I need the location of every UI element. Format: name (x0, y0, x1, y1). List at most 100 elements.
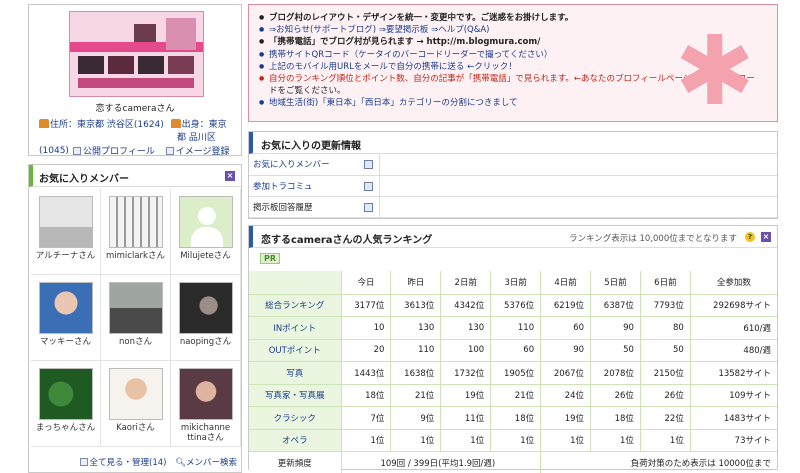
table-cell: 24位 (540, 384, 591, 407)
frequency-label: 更新頻度 (249, 451, 341, 473)
member-name[interactable]: nonさん (101, 337, 170, 347)
table-row: 総合ランキング 3177位 3613位 4342位 5376位 6219位 6387位 779… (249, 294, 777, 317)
member-name[interactable]: naopingさん (171, 337, 240, 347)
public-profile-link[interactable]: 公開プロフィール (83, 147, 155, 157)
table-cell: 3613位 (390, 294, 441, 317)
profile-image[interactable] (69, 11, 204, 97)
member-card[interactable]: mikichanne ttinaさん (171, 361, 241, 447)
member-avatar[interactable] (38, 282, 93, 334)
table-cell: 110 (490, 316, 541, 340)
updates-row[interactable]: お気に入りメンバー (249, 154, 380, 176)
view-all-link[interactable]: 全て見る・管理(14) (90, 458, 167, 468)
member-card[interactable]: まっちゃんさん (31, 361, 101, 447)
member-name[interactable]: まっちゃんさん (31, 423, 100, 433)
table-cell: 18位 (490, 406, 541, 430)
row-header[interactable]: 総合ランキング (249, 294, 341, 317)
ranking-header: 恋するcameraさんの人気ランキング ランキング表示は 10,000位までとな… (249, 226, 777, 248)
arrow-icon (165, 147, 174, 155)
table-cell: 480/週 (689, 339, 777, 362)
updates-row-label[interactable]: 掲示板回答履歴 (253, 203, 313, 213)
updates-row-label[interactable]: お気に入りメンバー (253, 160, 330, 170)
favorite-members-title: お気に入りメンバー (39, 174, 129, 185)
table-cell: 130 (440, 316, 491, 340)
column-header: 6日前 (639, 271, 691, 295)
member-card[interactable]: nonさん (101, 275, 171, 361)
column-header: 今日 (340, 271, 391, 295)
table-cell: 1443位 (340, 361, 391, 385)
member-card[interactable]: アルチーナさん (31, 189, 101, 275)
address-origin[interactable]: 出身：東京 (182, 120, 227, 130)
table-corner (249, 271, 341, 295)
table-cell: 73サイト (689, 429, 777, 452)
member-name[interactable]: マッキーさん (31, 337, 100, 347)
row-header[interactable]: オペラ (249, 429, 341, 452)
member-avatar[interactable] (38, 368, 93, 420)
updates-row[interactable]: 参加トラコミュ (249, 175, 380, 197)
member-name[interactable]: アルチーナさん (31, 251, 100, 261)
member-card[interactable]: マッキーさん (31, 275, 101, 361)
member-avatar[interactable] (108, 282, 163, 334)
member-card[interactable]: naopingさん (171, 275, 241, 361)
table-cell: 6387位 (590, 294, 641, 317)
table-cell: 5376位 (490, 294, 541, 317)
table-cell: 292698サイト (689, 294, 777, 317)
expand-icon[interactable] (363, 160, 373, 169)
table-cell: 4342位 (440, 294, 491, 317)
table-cell: 6219位 (540, 294, 591, 317)
ranking-note: ランキング表示は 10,000位までとなります (569, 234, 737, 244)
row-header[interactable]: クラシック (249, 406, 341, 430)
row-header[interactable]: 写真家・写真展 (249, 384, 341, 407)
table-cell: 11位 (440, 406, 491, 430)
frequency-note: 負荷対策のため表示は 10000位まで (540, 451, 777, 473)
table-row: 写真家・写真展 18位 21位 19位 21位 24位 26位 26位 109サイト (249, 384, 777, 407)
help-icon[interactable]: ? (745, 232, 755, 242)
member-avatar[interactable] (178, 368, 233, 420)
member-grid: アルチーナさん mimiclarkさん Milujeteさん マッキーさん no… (31, 189, 241, 447)
frequency-value: 109回 / 399日(平均1.9回/週) (340, 451, 541, 473)
table-cell: 20 (340, 339, 391, 362)
member-card[interactable]: Milujeteさん (171, 189, 241, 275)
expand-icon[interactable] (363, 181, 373, 191)
address-residence[interactable]: 住所：東京都 渋谷区(1624) (50, 120, 164, 130)
table-cell: 2078位 (590, 361, 641, 385)
table-row: OUTポイント 20 110 100 60 90 50 50 480/週 (249, 339, 777, 362)
member-avatar[interactable] (178, 196, 233, 248)
updates-row-label[interactable]: 参加トラコミュ (253, 182, 313, 192)
row-header[interactable]: INポイント (249, 316, 341, 340)
member-avatar[interactable] (108, 196, 163, 248)
updates-row[interactable]: 掲示板回答履歴 (249, 196, 380, 218)
table-cell: 50 (590, 339, 641, 362)
member-name[interactable]: mikichanne ttinaさん (171, 423, 240, 443)
table-cell: 109サイト (689, 384, 777, 407)
row-header[interactable]: OUTポイント (249, 339, 341, 362)
table-cell: 21位 (390, 384, 441, 407)
close-icon[interactable]: × (225, 171, 235, 181)
home-icon (170, 119, 181, 128)
table-cell: 3177位 (340, 294, 391, 317)
member-card[interactable]: Kaoriさん (101, 361, 171, 447)
table-row: クラシック 7位 9位 11位 18位 19位 18位 22位 1483サイト (249, 406, 777, 430)
row-header[interactable]: 写真 (249, 361, 341, 385)
home-icon (39, 119, 49, 128)
expand-icon[interactable] (363, 202, 373, 212)
image-register-link[interactable]: イメージ登録 (176, 147, 230, 157)
table-cell: 2067位 (540, 361, 591, 385)
column-header: 2日前 (440, 271, 491, 295)
updates-header: お気に入りの更新情報 (249, 132, 777, 154)
member-avatar[interactable] (178, 282, 233, 334)
table-cell: 1位 (639, 429, 691, 452)
updates-panel: お気に入りの更新情報 お気に入りメンバー 参加トラコミュ 掲示板回答履歴 (248, 131, 778, 219)
member-avatar[interactable] (38, 196, 93, 248)
member-search-link[interactable]: メンバー検索 (186, 458, 237, 468)
table-cell: 90 (540, 339, 591, 362)
member-avatar[interactable] (108, 368, 163, 420)
member-name[interactable]: mimiclarkさん (101, 251, 170, 261)
ranking-panel: 恋するcameraさんの人気ランキング ランキング表示は 10,000位までとな… (248, 225, 778, 473)
member-card[interactable]: mimiclarkさん (101, 189, 171, 275)
table-cell: 1905位 (490, 361, 541, 385)
table-cell: 1位 (590, 429, 641, 452)
member-name[interactable]: Kaoriさん (101, 423, 170, 433)
close-icon[interactable]: × (761, 232, 771, 242)
table-cell: 50 (639, 339, 691, 362)
member-name[interactable]: Milujeteさん (171, 251, 240, 261)
